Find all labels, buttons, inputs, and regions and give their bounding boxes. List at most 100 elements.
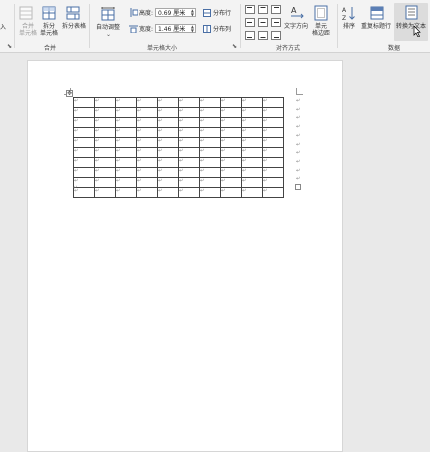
table-move-handle-icon[interactable]: ✥ bbox=[66, 90, 73, 97]
table-cell[interactable]: ↵ bbox=[199, 147, 221, 158]
document-table[interactable]: ↵ ↵ ↵ ↵ ↵ ↵ ↵ ↵ ↵ ↵ ↵ ↵ ↵ ↵ ↵ ↵ ↵ ↵ ↵ ↵ ↵ ↵ ↵ ↵ ↵ ↵ ↵ ↵ ↵ ↵ ↵ ↵ ↵ ↵ ↵ ↵ ↵ ↵ ↵ ↵… bbox=[73, 97, 284, 198]
table-cell[interactable]: ↵ bbox=[94, 187, 116, 198]
table-cell[interactable]: ↵ bbox=[178, 107, 200, 118]
repeat-header-rows-button[interactable]: 重复标题行 bbox=[361, 23, 391, 30]
spinner-arrows-icon[interactable]: ▲ ▼ bbox=[191, 25, 194, 33]
table-cell[interactable]: ↵ bbox=[157, 177, 179, 188]
table-cell[interactable]: ↵ bbox=[136, 177, 158, 188]
cell-margins-button[interactable]: 单元 格边距 bbox=[312, 23, 330, 37]
table-cell[interactable]: ↵ bbox=[241, 157, 263, 168]
table-cell[interactable]: ↵ bbox=[157, 117, 179, 128]
table-cell[interactable]: ↵ bbox=[178, 177, 200, 188]
table-cell[interactable]: ↵ bbox=[73, 107, 95, 118]
insert-button-label[interactable]: 入 bbox=[0, 24, 6, 31]
table-cell[interactable]: ↵ bbox=[262, 137, 284, 148]
table-resize-handle[interactable] bbox=[295, 184, 301, 190]
table-cell[interactable]: ↵ bbox=[241, 187, 263, 198]
table-cell[interactable]: ↵ bbox=[262, 117, 284, 128]
table-cell[interactable]: ↵ bbox=[94, 147, 116, 158]
align-middle-left-icon[interactable] bbox=[245, 18, 255, 27]
table-cell[interactable]: ↵ bbox=[115, 137, 137, 148]
distribute-rows-button[interactable]: 分布行 bbox=[213, 10, 231, 17]
table-cell[interactable]: ↵ bbox=[115, 157, 137, 168]
align-top-center-icon[interactable] bbox=[258, 5, 268, 14]
table-cell[interactable]: ↵ bbox=[178, 157, 200, 168]
distribute-columns-button[interactable]: 分布列 bbox=[213, 26, 231, 33]
table-cell[interactable]: ↵ bbox=[241, 107, 263, 118]
table-cell[interactable]: ↵ bbox=[220, 137, 242, 148]
align-middle-center-icon[interactable] bbox=[258, 18, 268, 27]
table-cell[interactable]: ↵ bbox=[94, 137, 116, 148]
table-cell[interactable]: ↵ bbox=[157, 127, 179, 138]
table-cell[interactable]: ↵ bbox=[94, 97, 116, 108]
table-cell[interactable]: ↵ bbox=[262, 187, 284, 198]
align-bottom-center-icon[interactable] bbox=[258, 31, 268, 40]
table-cell[interactable]: ↵ bbox=[199, 117, 221, 128]
table-cell[interactable]: ↵ bbox=[73, 167, 95, 178]
table-cell[interactable]: ↵ bbox=[115, 127, 137, 138]
table-cell[interactable]: ↵ bbox=[220, 117, 242, 128]
table-cell[interactable]: ↵ bbox=[157, 107, 179, 118]
table-cell[interactable]: ↵ bbox=[262, 167, 284, 178]
table-cell[interactable]: ↵ bbox=[136, 157, 158, 168]
dialog-launcher-icon[interactable]: ⬊ bbox=[232, 43, 237, 50]
table-cell[interactable]: ↵ bbox=[136, 97, 158, 108]
table-cell[interactable]: ↵ bbox=[199, 187, 221, 198]
table-cell[interactable]: ↵ bbox=[157, 167, 179, 178]
table-cell[interactable]: ↵ bbox=[262, 97, 284, 108]
table-cell[interactable]: ↵ bbox=[136, 117, 158, 128]
table-cell[interactable]: ↵ bbox=[73, 137, 95, 148]
spinner-arrows-icon[interactable]: ▲ ▼ bbox=[191, 9, 194, 17]
table-cell[interactable]: ↵ bbox=[178, 117, 200, 128]
chevron-down-icon[interactable]: ⌄ bbox=[106, 31, 111, 38]
table-cell[interactable]: ↵ bbox=[73, 147, 95, 158]
table-cell[interactable]: ↵ bbox=[136, 147, 158, 158]
align-bottom-right-icon[interactable] bbox=[271, 31, 281, 40]
table-cell[interactable]: ↵ bbox=[94, 127, 116, 138]
table-cell[interactable]: ↵ bbox=[178, 127, 200, 138]
convert-to-text-button[interactable]: 转换为文本 bbox=[396, 23, 426, 30]
table-cell[interactable]: ↵ bbox=[199, 137, 221, 148]
table-cell[interactable]: ↵ bbox=[157, 157, 179, 168]
align-middle-right-icon[interactable] bbox=[271, 18, 281, 27]
table-cell[interactable]: ↵ bbox=[115, 97, 137, 108]
table-cell[interactable]: ↵ bbox=[115, 117, 137, 128]
table-cell[interactable]: ↵ bbox=[136, 107, 158, 118]
split-table-button[interactable]: 拆分表格 bbox=[62, 23, 86, 30]
table-cell[interactable]: ↵ bbox=[178, 137, 200, 148]
table-cell[interactable]: ↵ bbox=[178, 187, 200, 198]
table-cell[interactable]: ↵ bbox=[220, 177, 242, 188]
table-cell[interactable]: ↵ bbox=[136, 187, 158, 198]
table-cell[interactable]: ↵ bbox=[115, 187, 137, 198]
table-cell[interactable]: ↵ bbox=[241, 97, 263, 108]
table-cell[interactable]: ↵ bbox=[241, 137, 263, 148]
table-cell[interactable]: ↵ bbox=[94, 177, 116, 188]
table-cell[interactable]: ↵ bbox=[178, 97, 200, 108]
table-cell[interactable]: ↵ bbox=[136, 167, 158, 178]
table-cell[interactable]: ↵ bbox=[199, 157, 221, 168]
sort-button[interactable]: 排序 bbox=[343, 23, 355, 30]
align-bottom-left-icon[interactable] bbox=[245, 31, 255, 40]
table-cell[interactable]: ↵ bbox=[199, 127, 221, 138]
align-top-left-icon[interactable] bbox=[245, 5, 255, 14]
table-cell[interactable]: ↵ bbox=[115, 177, 137, 188]
dialog-launcher-icon[interactable]: ⬊ bbox=[7, 43, 12, 50]
text-direction-button[interactable]: 文字方向 bbox=[284, 23, 308, 30]
table-cell[interactable]: ↵ bbox=[220, 107, 242, 118]
table-cell[interactable]: ↵ bbox=[73, 117, 95, 128]
table-cell[interactable]: ↵ bbox=[73, 97, 95, 108]
table-cell[interactable]: ↵ bbox=[199, 177, 221, 188]
table-cell[interactable]: ↵ bbox=[178, 147, 200, 158]
table-cell[interactable]: ↵ bbox=[115, 147, 137, 158]
merge-cells-button[interactable]: 合并 单元格 bbox=[19, 23, 37, 37]
table-cell[interactable]: ↵ bbox=[115, 107, 137, 118]
table-cell[interactable]: ↵ bbox=[94, 107, 116, 118]
table-cell[interactable]: ↵ bbox=[220, 97, 242, 108]
table-cell[interactable]: ↵ bbox=[157, 187, 179, 198]
autofit-button[interactable]: 自动调整 bbox=[96, 24, 120, 31]
table-cell[interactable]: ↵ bbox=[73, 127, 95, 138]
table-cell[interactable]: ↵ bbox=[199, 167, 221, 178]
split-cells-button[interactable]: 拆分 单元格 bbox=[40, 23, 58, 37]
table-cell[interactable]: ↵ bbox=[220, 127, 242, 138]
table-cell[interactable]: ↵ bbox=[178, 167, 200, 178]
